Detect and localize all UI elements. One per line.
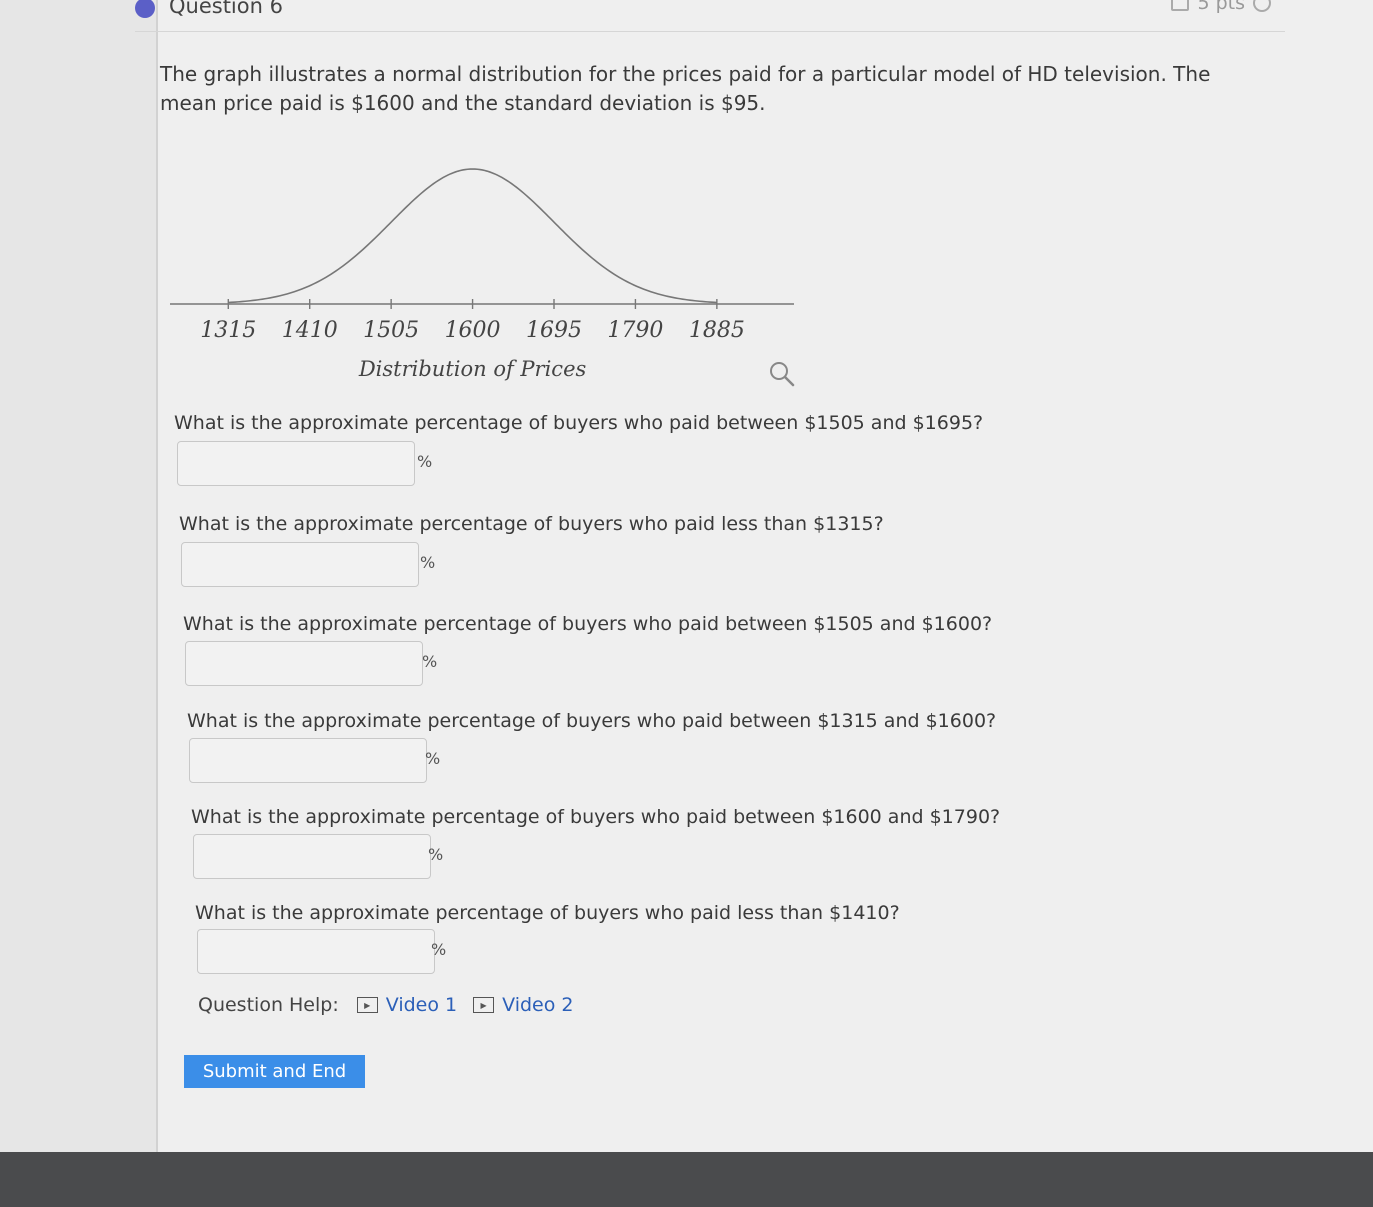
question-header: Question 6 5 pts <box>135 0 1285 32</box>
percent-unit-4: % <box>425 749 441 768</box>
answer-input-2[interactable] <box>181 542 419 587</box>
x-tick-label-1410: 1410 <box>282 318 338 343</box>
percent-unit-3: % <box>422 652 438 671</box>
question-5-text: What is the approximate percentage of bu… <box>191 806 1001 828</box>
zoom-icon[interactable] <box>768 360 796 388</box>
question-intro: The graph illustrates a normal distribut… <box>160 62 1211 115</box>
question-title: Question 6 <box>169 0 283 18</box>
left-gutter <box>0 0 158 1152</box>
answer-input-1[interactable] <box>177 441 415 486</box>
video-1-link[interactable]: ▶ Video 1 <box>356 994 458 1016</box>
question-meta: 5 pts <box>1171 0 1271 14</box>
question-3-text: What is the approximate percentage of bu… <box>183 613 993 635</box>
play-video-icon: ▶ <box>473 997 495 1013</box>
x-tick-label-1790: 1790 <box>607 318 663 343</box>
percent-unit-5: % <box>428 845 444 864</box>
x-axis-label: Distribution of Prices <box>358 357 587 381</box>
retry-icon[interactable] <box>1253 0 1271 12</box>
video-2-link[interactable]: ▶ Video 2 <box>473 994 574 1016</box>
points-icon <box>1171 0 1190 11</box>
x-tick-label-1505: 1505 <box>363 318 419 343</box>
x-tick-label-1600: 1600 <box>445 318 501 343</box>
question-1-text: What is the approximate percentage of bu… <box>174 412 984 434</box>
x-tick-label-1885: 1885 <box>689 318 745 343</box>
normal-distribution-chart: 1315 1410 1505 1600 1695 1790 1885 Distributio… <box>170 168 794 381</box>
question-help-label: Question Help: <box>198 994 339 1016</box>
normal-curve <box>228 168 717 304</box>
video-1-label: Video 1 <box>385 994 458 1016</box>
percent-unit-6: % <box>431 940 447 959</box>
question-2-text: What is the approximate percentage of bu… <box>179 513 884 535</box>
percent-unit-2: % <box>420 553 436 572</box>
play-video-icon: ▶ <box>356 997 378 1013</box>
video-2-label: Video 2 <box>502 994 574 1016</box>
percent-unit-1: % <box>417 452 433 471</box>
submit-and-end-button[interactable]: Submit and End <box>184 1055 365 1088</box>
answer-input-3[interactable] <box>185 641 423 686</box>
question-6-text: What is the approximate percentage of bu… <box>195 902 900 924</box>
x-axis-ticks: 1315 1410 1505 1600 1695 1790 1885 <box>200 299 745 343</box>
question-4-text: What is the approximate percentage of bu… <box>187 710 997 732</box>
x-tick-label-1315: 1315 <box>200 318 256 343</box>
answer-input-4[interactable] <box>189 738 427 783</box>
answer-input-6[interactable] <box>197 929 435 974</box>
screen-bottom-bar <box>0 1152 1373 1207</box>
points-label: 5 pts <box>1197 0 1245 14</box>
question-status-dot <box>135 0 155 18</box>
x-tick-label-1695: 1695 <box>526 318 582 343</box>
answer-input-5[interactable] <box>193 834 431 879</box>
question-help: Question Help: ▶ Video 1 ▶ Video 2 <box>198 994 574 1016</box>
